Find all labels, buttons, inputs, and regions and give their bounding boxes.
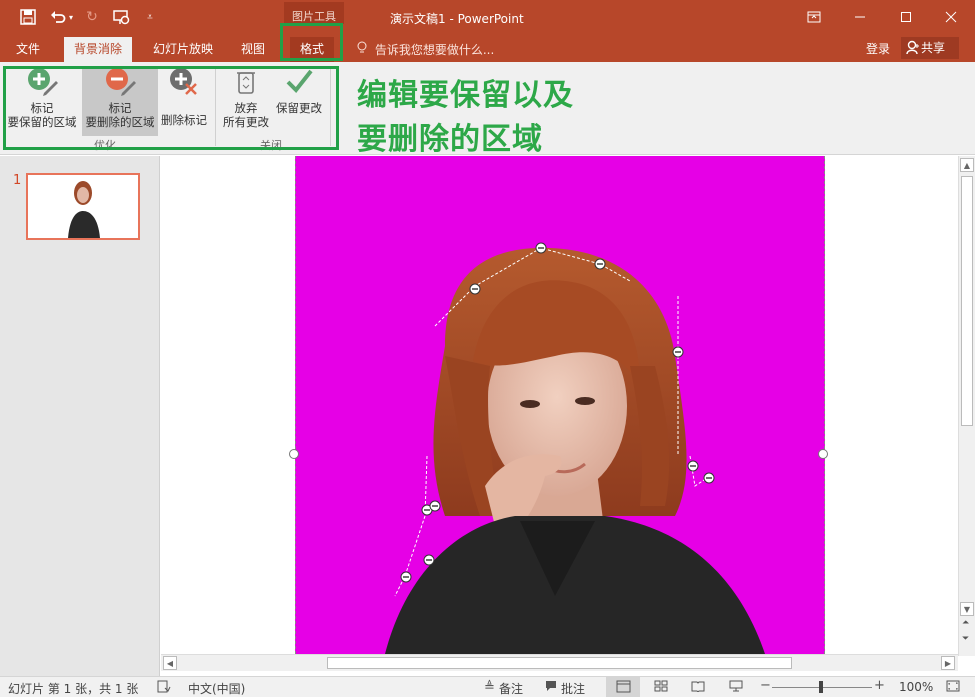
tab-slideshow[interactable]: 幻灯片放映 bbox=[143, 37, 223, 62]
tab-background-removal[interactable]: 背景消除 bbox=[64, 37, 133, 62]
context-tab-group-label: 图片工具 bbox=[284, 2, 344, 24]
fit-to-window-icon[interactable] bbox=[946, 680, 960, 696]
resize-handle-right[interactable] bbox=[818, 449, 828, 459]
save-icon[interactable] bbox=[18, 7, 38, 27]
slideshow-view-icon[interactable] bbox=[729, 680, 743, 696]
undo-icon[interactable] bbox=[48, 7, 68, 27]
next-slide-icon[interactable]: ⏷ bbox=[962, 634, 969, 644]
restore-icon[interactable] bbox=[895, 6, 917, 28]
previous-slide-icon[interactable]: ⏶ bbox=[962, 618, 969, 628]
thumbnail-portrait bbox=[28, 175, 138, 238]
minimize-icon[interactable] bbox=[849, 6, 871, 28]
annotation-highlight-box bbox=[3, 66, 339, 150]
slide-sorter-icon[interactable] bbox=[654, 680, 668, 696]
tab-file[interactable]: 文件 bbox=[6, 37, 50, 62]
slide-editing-canvas[interactable] bbox=[161, 156, 958, 654]
ribbon-tabs: 文件 背景消除 幻灯片放映 视图 格式 告诉我您想要做什么... bbox=[0, 34, 975, 62]
slide-counter: 幻灯片 第 1 张，共 1 张 bbox=[8, 682, 139, 696]
tab-view[interactable]: 视图 bbox=[231, 37, 275, 62]
redo-icon[interactable]: ↻ bbox=[82, 7, 102, 27]
horizontal-scroll-thumb[interactable] bbox=[327, 657, 792, 669]
undo-dropdown-icon[interactable]: ▾ bbox=[66, 7, 76, 27]
selection-border bbox=[295, 156, 825, 654]
start-slideshow-icon[interactable] bbox=[112, 7, 132, 27]
zoom-out-icon[interactable]: − bbox=[760, 678, 771, 693]
notes-button[interactable]: 备注 bbox=[499, 680, 523, 697]
scroll-up-icon[interactable]: ▲ bbox=[960, 158, 974, 172]
slide-number: 1 bbox=[13, 173, 22, 188]
horizontal-scrollbar[interactable]: ◀ ▶ bbox=[161, 654, 958, 671]
comment-icon bbox=[545, 680, 557, 696]
zoom-in-icon[interactable]: + bbox=[874, 678, 885, 693]
zoom-slider-thumb[interactable] bbox=[819, 681, 823, 693]
scroll-left-icon[interactable]: ◀ bbox=[163, 656, 177, 670]
annotation-highlight-box bbox=[280, 23, 343, 61]
normal-view-icon bbox=[616, 680, 631, 693]
document-title: 演示文稿1 - PowerPoint bbox=[390, 12, 524, 26]
scroll-right-icon[interactable]: ▶ bbox=[941, 656, 955, 670]
zoom-level[interactable]: 100% bbox=[899, 680, 933, 694]
annotation-text: 编辑要保留以及 要删除的区域 bbox=[357, 74, 574, 162]
scroll-down-icon[interactable]: ▼ bbox=[960, 602, 974, 616]
slide-thumbnail-pane: 1 bbox=[0, 156, 160, 676]
lightbulb-icon bbox=[357, 41, 371, 57]
notes-icon: ≜ bbox=[484, 680, 495, 695]
close-icon[interactable] bbox=[940, 6, 962, 28]
annotation-line1: 编辑要保留以及 bbox=[357, 78, 574, 113]
reading-view-icon[interactable] bbox=[691, 680, 705, 696]
comments-button[interactable]: 批注 bbox=[561, 680, 585, 697]
tell-me-label: 告诉我您想要做什么... bbox=[374, 43, 495, 57]
tell-me-search[interactable]: 告诉我您想要做什么... bbox=[357, 41, 494, 58]
normal-view-button[interactable] bbox=[606, 677, 640, 697]
customize-icon[interactable]: ⩡ bbox=[140, 7, 160, 27]
title-bar: ▾ ↻ ⩡ 图片工具 演示文稿1 - PowerPoint bbox=[0, 0, 975, 34]
vertical-scrollbar[interactable]: ▲ ▼ ⏶ ⏷ bbox=[958, 156, 975, 656]
login-link[interactable]: 登录 bbox=[866, 40, 890, 57]
slide-thumbnail[interactable] bbox=[26, 173, 140, 240]
share-label: 共享 bbox=[921, 41, 946, 55]
vertical-scroll-thumb[interactable] bbox=[961, 176, 973, 426]
share-button[interactable]: 共享 bbox=[901, 37, 959, 59]
accessibility-icon[interactable] bbox=[157, 680, 171, 697]
status-bar: 幻灯片 第 1 张，共 1 张 中文(中国) ≜ 备注 批注 − + 100% bbox=[0, 676, 975, 697]
person-icon bbox=[906, 40, 920, 62]
language-indicator[interactable]: 中文(中国) bbox=[188, 680, 245, 697]
ribbon-display-icon[interactable] bbox=[803, 6, 825, 28]
resize-handle-left[interactable] bbox=[289, 449, 299, 459]
